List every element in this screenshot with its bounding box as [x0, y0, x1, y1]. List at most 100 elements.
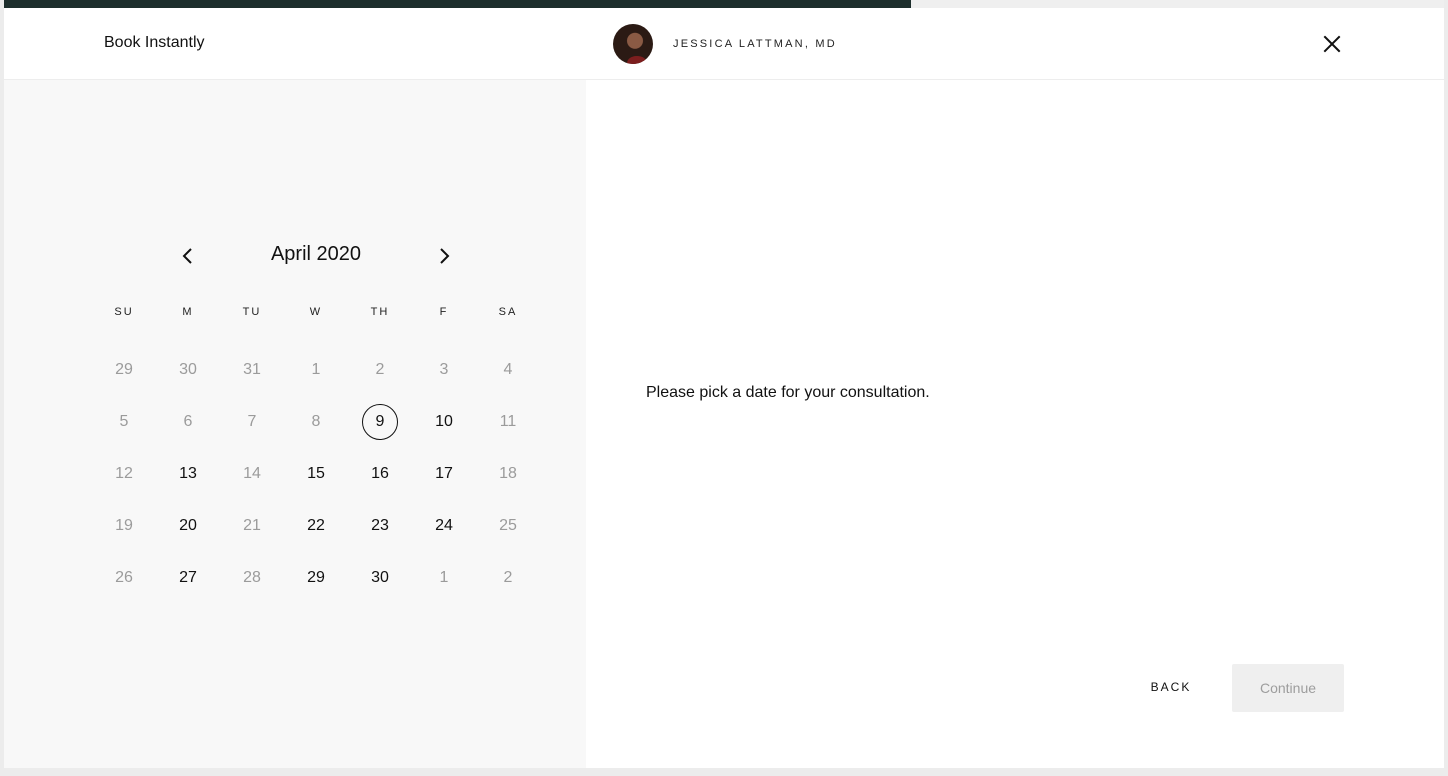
- calendar-day-number: 30: [371, 569, 389, 586]
- calendar-day: 18: [476, 448, 540, 500]
- calendar-day-number: 3: [439, 361, 449, 378]
- calendar-day: 8: [284, 396, 348, 448]
- booking-modal: Book Instantly JESSICA LATTMAN, MD April…: [4, 0, 1444, 768]
- calendar-day: 7: [220, 396, 284, 448]
- calendar-day-number: 1: [311, 361, 321, 378]
- calendar-day-number: 16: [371, 465, 389, 482]
- calendar-day-number: 2: [375, 361, 385, 378]
- chevron-right-icon: [440, 248, 450, 264]
- calendar-day-number: 30: [179, 361, 197, 378]
- modal-title: Book Instantly: [104, 34, 205, 51]
- calendar-day-number: 12: [115, 465, 133, 482]
- calendar-day-number: 18: [499, 465, 517, 482]
- calendar-day: 5: [92, 396, 156, 448]
- calendar-day: 11: [476, 396, 540, 448]
- prev-month-button[interactable]: [176, 244, 200, 268]
- calendar-day[interactable]: 17: [412, 448, 476, 500]
- calendar-day-number: 13: [179, 465, 197, 482]
- calendar-day-number: 20: [179, 517, 197, 534]
- calendar-day[interactable]: 15: [284, 448, 348, 500]
- weekday-label: M: [182, 306, 194, 318]
- calendar-day: 1: [412, 552, 476, 604]
- calendar-day[interactable]: 27: [156, 552, 220, 604]
- calendar-day[interactable]: 10: [412, 396, 476, 448]
- calendar-day: 14: [220, 448, 284, 500]
- calendar-day-number: 7: [247, 413, 257, 430]
- calendar-nav: April 2020: [4, 240, 586, 272]
- close-icon: [1323, 35, 1341, 53]
- calendar-day: 28: [220, 552, 284, 604]
- month-label: April 2020: [270, 243, 362, 265]
- calendar-day[interactable]: 20: [156, 500, 220, 552]
- progress-fill: [4, 0, 912, 8]
- progress-bar: [4, 0, 1444, 8]
- weekday-label: TU: [242, 306, 262, 318]
- calendar-day-selected[interactable]: 9: [348, 396, 412, 448]
- weekday-label: SU: [114, 306, 134, 318]
- calendar-day: 26: [92, 552, 156, 604]
- calendar-day-number: 10: [435, 413, 453, 430]
- calendar-day-number: 26: [115, 569, 133, 586]
- calendar-day: 21: [220, 500, 284, 552]
- calendar-day[interactable]: 30: [348, 552, 412, 604]
- modal-header: Book Instantly JESSICA LATTMAN, MD: [4, 8, 1444, 80]
- calendar-day: 12: [92, 448, 156, 500]
- calendar-day: 4: [476, 344, 540, 396]
- weekday-header: SU M TU W TH F SA: [92, 306, 540, 318]
- calendar-day-number: 15: [307, 465, 325, 482]
- provider-name: JESSICA LATTMAN, MD: [673, 38, 837, 50]
- weekday-label: F: [439, 306, 449, 318]
- calendar-day-number: 9: [362, 404, 398, 440]
- calendar-day: 3: [412, 344, 476, 396]
- calendar-panel: April 2020 SU M TU W TH F SA 29 30 31 1 2 3 4 5 6 7 8 9 10…: [4, 80, 586, 768]
- calendar-day-number: 24: [435, 517, 453, 534]
- next-month-button[interactable]: [432, 244, 456, 268]
- calendar-grid: 29 30 31 1 2 3 4 5 6 7 8 9 10 11 12 13 14 15 16 17 18 19 20 21 2…: [92, 344, 540, 604]
- weekday-label: TH: [370, 306, 390, 318]
- calendar-day[interactable]: 23: [348, 500, 412, 552]
- chevron-left-icon: [182, 248, 192, 264]
- calendar-day[interactable]: 22: [284, 500, 348, 552]
- calendar-day[interactable]: 29: [284, 552, 348, 604]
- calendar-day[interactable]: 13: [156, 448, 220, 500]
- calendar-day-number: 23: [371, 517, 389, 534]
- calendar-day[interactable]: 16: [348, 448, 412, 500]
- calendar-day: 6: [156, 396, 220, 448]
- provider-info: JESSICA LATTMAN, MD: [613, 24, 837, 64]
- calendar-day-number: 25: [499, 517, 517, 534]
- calendar-day-number: 8: [311, 413, 321, 430]
- calendar-day: 30: [156, 344, 220, 396]
- calendar-day: 31: [220, 344, 284, 396]
- calendar-day: 25: [476, 500, 540, 552]
- weekday-label: SA: [498, 306, 518, 318]
- continue-button[interactable]: Continue: [1232, 664, 1344, 712]
- calendar-day-number: 29: [307, 569, 325, 586]
- calendar-day-number: 19: [115, 517, 133, 534]
- date-prompt: Please pick a date for your consultation…: [646, 384, 930, 401]
- calendar-day[interactable]: 24: [412, 500, 476, 552]
- close-button[interactable]: [1320, 32, 1344, 56]
- calendar-day-number: 6: [183, 413, 193, 430]
- weekday-label: W: [309, 306, 323, 318]
- calendar-day-number: 1: [439, 569, 449, 586]
- calendar-day-number: 17: [435, 465, 453, 482]
- calendar-day-number: 21: [243, 517, 261, 534]
- calendar-day-number: 27: [179, 569, 197, 586]
- calendar-day: 19: [92, 500, 156, 552]
- calendar-day-number: 28: [243, 569, 261, 586]
- back-button[interactable]: BACK: [1136, 680, 1206, 694]
- calendar-day-number: 5: [119, 413, 129, 430]
- calendar-day-number: 2: [503, 569, 513, 586]
- calendar-day-number: 4: [503, 361, 513, 378]
- calendar-day-number: 29: [115, 361, 133, 378]
- calendar-day: 29: [92, 344, 156, 396]
- calendar-day: 1: [284, 344, 348, 396]
- calendar-day: 2: [476, 552, 540, 604]
- calendar-day-number: 14: [243, 465, 261, 482]
- calendar-day-number: 31: [243, 361, 261, 378]
- avatar: [613, 24, 653, 64]
- main-panel: Please pick a date for your consultation…: [586, 80, 1444, 768]
- calendar-day: 2: [348, 344, 412, 396]
- calendar-day-number: 11: [499, 413, 517, 430]
- calendar-day-number: 22: [307, 517, 325, 534]
